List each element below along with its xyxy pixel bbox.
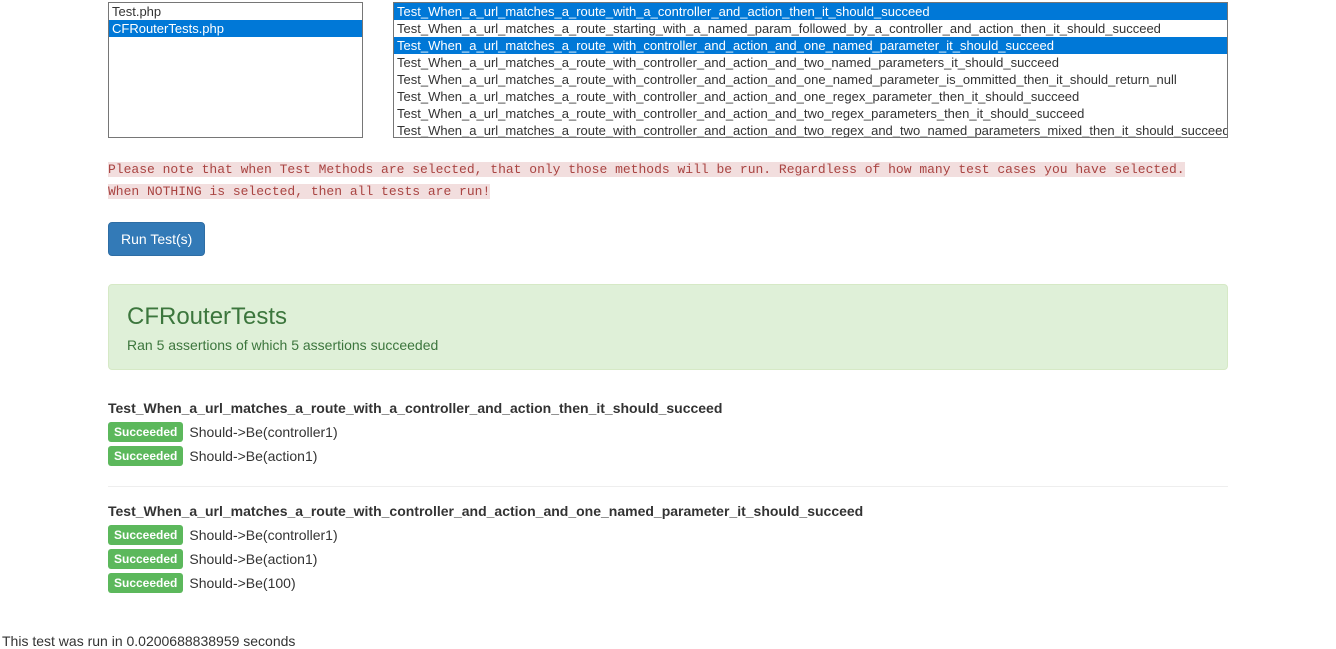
file-list-item[interactable]: CFRouterTests.php bbox=[109, 20, 362, 37]
method-list-item[interactable]: Test_When_a_url_matches_a_route_with_con… bbox=[394, 122, 1227, 138]
assertion-text: Should->Be(controller1) bbox=[189, 527, 337, 543]
test-result-title: Test_When_a_url_matches_a_route_with_a_c… bbox=[108, 400, 1228, 416]
status-badge: Succeeded bbox=[108, 525, 183, 545]
assertion-text: Should->Be(action1) bbox=[189, 448, 317, 464]
method-list-item[interactable]: Test_When_a_url_matches_a_route_starting… bbox=[394, 20, 1227, 37]
summary-subtitle: Ran 5 assertions of which 5 assertions s… bbox=[127, 337, 1209, 353]
assertion-text: Should->Be(controller1) bbox=[189, 424, 337, 440]
method-list-item[interactable]: Test_When_a_url_matches_a_route_with_con… bbox=[394, 37, 1227, 54]
status-badge: Succeeded bbox=[108, 573, 183, 593]
status-badge: Succeeded bbox=[108, 422, 183, 442]
assertion-text: Should->Be(action1) bbox=[189, 551, 317, 567]
method-list[interactable]: Test_When_a_url_matches_a_route_with_a_c… bbox=[393, 2, 1228, 138]
selection-row: Test.phpCFRouterTests.php Test_When_a_ur… bbox=[108, 2, 1228, 138]
assertion-row: Succeeded Should->Be(controller1) bbox=[108, 422, 1228, 442]
summary-title: CFRouterTests bbox=[127, 303, 1209, 331]
assertion-row: Succeeded Should->Be(action1) bbox=[108, 549, 1228, 569]
footer-timing: This test was run in 0.0200688838959 sec… bbox=[2, 633, 1336, 649]
method-list-item[interactable]: Test_When_a_url_matches_a_route_with_con… bbox=[394, 71, 1227, 88]
file-list-item[interactable]: Test.php bbox=[109, 3, 362, 20]
status-badge: Succeeded bbox=[108, 446, 183, 466]
method-list-item[interactable]: Test_When_a_url_matches_a_route_with_con… bbox=[394, 105, 1227, 122]
test-result-block: Test_When_a_url_matches_a_route_with_con… bbox=[108, 503, 1228, 613]
method-list-item[interactable]: Test_When_a_url_matches_a_route_with_con… bbox=[394, 54, 1227, 71]
note-block: Please note that when Test Methods are s… bbox=[108, 158, 1228, 202]
assertion-row: Succeeded Should->Be(100) bbox=[108, 573, 1228, 593]
assertion-row: Succeeded Should->Be(controller1) bbox=[108, 525, 1228, 545]
method-list-item[interactable]: Test_When_a_url_matches_a_route_with_a_c… bbox=[394, 3, 1227, 20]
note-line-1: Please note that when Test Methods are s… bbox=[108, 162, 1185, 177]
assertion-row: Succeeded Should->Be(action1) bbox=[108, 446, 1228, 466]
test-result-title: Test_When_a_url_matches_a_route_with_con… bbox=[108, 503, 1228, 519]
note-line-2: When NOTHING is selected, then all tests… bbox=[108, 184, 490, 199]
assertion-text: Should->Be(100) bbox=[189, 575, 295, 591]
run-tests-button[interactable]: Run Test(s) bbox=[108, 222, 205, 256]
test-result-block: Test_When_a_url_matches_a_route_with_a_c… bbox=[108, 400, 1228, 487]
summary-panel: CFRouterTests Ran 5 assertions of which … bbox=[108, 284, 1228, 370]
results-container: Test_When_a_url_matches_a_route_with_a_c… bbox=[108, 400, 1228, 613]
status-badge: Succeeded bbox=[108, 549, 183, 569]
method-list-item[interactable]: Test_When_a_url_matches_a_route_with_con… bbox=[394, 88, 1227, 105]
file-list[interactable]: Test.phpCFRouterTests.php bbox=[108, 2, 363, 138]
